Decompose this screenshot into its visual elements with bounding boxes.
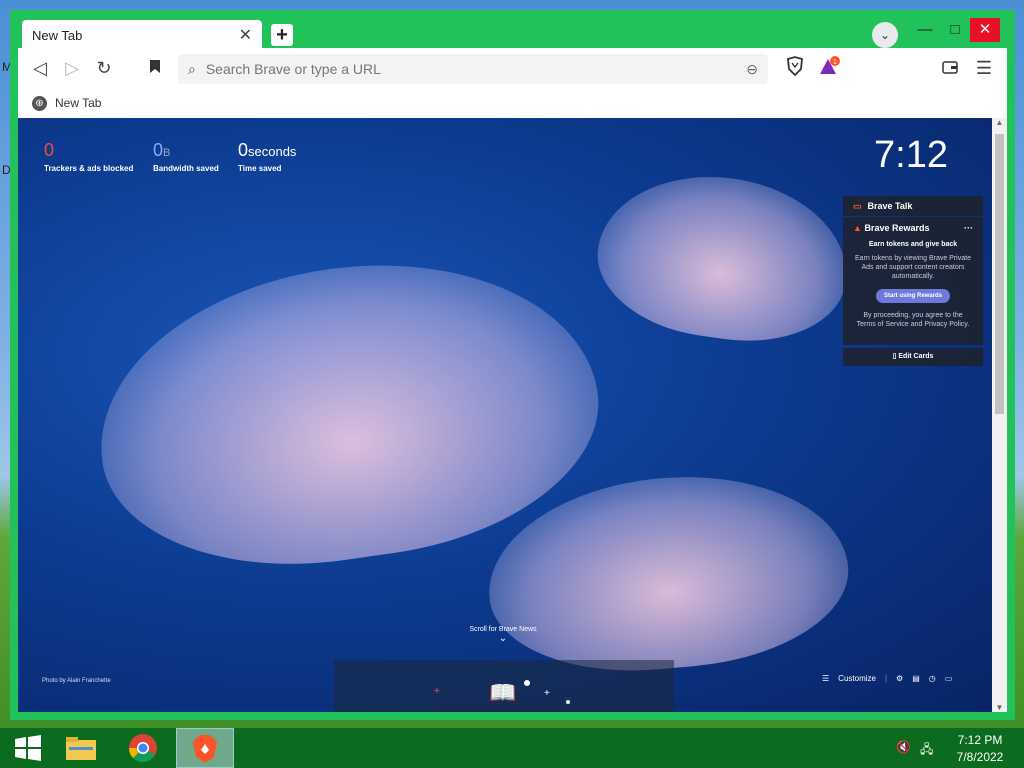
rewards-terms[interactable]: By proceeding, you agree to the Terms of…: [853, 311, 973, 329]
tab-new-tab[interactable]: New Tab ✕: [22, 20, 262, 50]
forward-icon[interactable]: ▷: [60, 56, 84, 80]
start-windows-icon[interactable]: [0, 728, 56, 768]
bookmarks-icon[interactable]: ▤: [912, 674, 920, 683]
jellyfish-image-small: [588, 161, 858, 355]
brave-rewards-icon[interactable]: 1: [818, 56, 842, 80]
clock: 7:12: [874, 134, 948, 176]
stat-time-unit: seconds: [248, 144, 297, 159]
brave-talk-label: Brave Talk: [867, 201, 913, 211]
tab-strip: New Tab ✕ + ⌄ — □ ✕: [18, 18, 1007, 50]
stat-bandwidth-label: Bandwidth saved: [153, 164, 219, 173]
globe-icon: ⊕: [32, 95, 47, 111]
taskbar-date: 7/8/2022: [956, 750, 1004, 764]
sparkle-icon: +: [434, 686, 440, 697]
stat-time: 0seconds Time saved: [238, 140, 296, 173]
page-scrollbar[interactable]: ▲ ▼: [992, 118, 1007, 712]
brave-taskbar-icon[interactable]: [176, 728, 234, 768]
new-tab-page: 0 Trackers & ads blocked 0B Bandwidth sa…: [18, 118, 992, 712]
page-footer-controls: ☰ Customize | ⚙ ▤ ◷ ▭: [822, 674, 952, 683]
bookmark-icon[interactable]: [143, 56, 167, 80]
stat-trackers-value: 0: [44, 140, 55, 160]
sparkle-dot-icon: [524, 680, 530, 686]
scrollbar-thumb[interactable]: [995, 134, 1004, 414]
stat-bandwidth-unit: B: [163, 147, 171, 159]
edit-icon: ▯: [892, 353, 897, 360]
rewards-badge: 1: [833, 59, 837, 66]
close-button[interactable]: ✕: [970, 18, 1000, 42]
reload-icon[interactable]: ↻: [92, 56, 116, 80]
toolbar: ◁ ▷ ↻ ⌕ ⊖ 1 ☰: [18, 48, 1007, 88]
customize-icon: ☰: [822, 674, 830, 683]
stat-bandwidth-value: 0: [153, 140, 164, 160]
scroll-down-icon[interactable]: ▼: [992, 703, 1007, 712]
edit-cards-button[interactable]: ▯ Edit Cards: [843, 348, 983, 366]
tab-title: New Tab: [32, 27, 83, 43]
zoom-icon[interactable]: ⊖: [746, 61, 758, 78]
scroll-news-prompt[interactable]: Scroll for Brave News ⌄: [458, 626, 548, 644]
history-icon[interactable]: ◷: [929, 674, 936, 683]
brave-talk-icon[interactable]: ▭: [945, 674, 953, 683]
rewards-more-icon[interactable]: ···: [964, 223, 973, 233]
file-explorer-icon[interactable]: [53, 728, 109, 768]
maximize-button[interactable]: □: [940, 18, 970, 42]
news-book-icon: 📖: [489, 680, 517, 705]
tab-close-icon[interactable]: ✕: [239, 25, 252, 45]
wallet-icon[interactable]: [938, 56, 962, 80]
scroll-up-icon[interactable]: ▲: [992, 118, 1007, 127]
scroll-news-label: Scroll for Brave News: [469, 626, 537, 633]
video-icon: ▭: [853, 200, 862, 211]
brave-rewards-card: ▲ Brave Rewards ··· Earn tokens and give…: [843, 217, 983, 345]
chevron-down-icon: ⌄: [498, 633, 508, 644]
search-input[interactable]: [205, 61, 747, 77]
taskbar-clock[interactable]: 7:12 PM 7/8/2022: [950, 733, 1010, 764]
bookmarks-bar: ⊕ New Tab: [18, 88, 1007, 118]
customize-button[interactable]: Customize: [838, 674, 876, 683]
rewards-triangle-icon: ▲: [853, 223, 862, 233]
settings-gear-icon[interactable]: ⚙: [896, 674, 903, 683]
minimize-button[interactable]: —: [910, 18, 940, 42]
stat-trackers: 0 Trackers & ads blocked: [44, 140, 133, 173]
chrome-icon[interactable]: [115, 728, 171, 768]
stat-time-label: Time saved: [238, 164, 282, 173]
brave-shields-icon[interactable]: [783, 56, 807, 80]
brave-talk-card[interactable]: ▭ Brave Talk: [843, 196, 983, 216]
network-icon[interactable]: 🖧: [920, 740, 933, 761]
browser-window: New Tab ✕ + ⌄ — □ ✕ ◁ ▷ ↻ ⌕ ⊖ 1 ☰ ⊕ New …: [10, 10, 1015, 720]
photo-credit[interactable]: Photo by Alain Franchette: [42, 678, 111, 684]
rewards-card-title: Brave Rewards: [864, 223, 930, 233]
brave-news-peek[interactable]: 📖 + +: [334, 660, 674, 712]
sparkle-icon: +: [544, 688, 550, 699]
browser-chrome: New Tab ✕ + ⌄ — □ ✕ ◁ ▷ ↻ ⌕ ⊖ 1 ☰ ⊕ New …: [18, 18, 1007, 712]
new-tab-button[interactable]: +: [271, 24, 293, 46]
sparkle-dot-icon: [566, 700, 570, 704]
stat-bandwidth: 0B Bandwidth saved: [153, 140, 219, 173]
omnibox[interactable]: ⌕ ⊖: [178, 54, 768, 84]
rewards-subtitle: Earn tokens and give back: [868, 241, 958, 248]
tab-search-chevron-icon[interactable]: ⌄: [872, 22, 898, 48]
rewards-description: Earn tokens by viewing Brave Private Ads…: [855, 255, 971, 280]
edit-cards-label: Edit Cards: [898, 353, 934, 360]
bookmark-item-new-tab[interactable]: New Tab: [55, 96, 101, 110]
stat-trackers-label: Trackers & ads blocked: [44, 164, 134, 173]
speaker-muted-icon[interactable]: 🔇: [896, 740, 911, 754]
taskbar: 🔇 🖧 7:12 PM 7/8/2022: [0, 728, 1024, 768]
start-rewards-button[interactable]: Start using Rewards: [875, 289, 950, 303]
search-icon: ⌕: [188, 60, 196, 77]
taskbar-time: 7:12 PM: [957, 733, 1003, 747]
menu-icon[interactable]: ☰: [972, 56, 996, 80]
stat-time-value: 0: [238, 140, 249, 160]
divider: |: [884, 674, 888, 683]
back-icon[interactable]: ◁: [28, 56, 52, 80]
